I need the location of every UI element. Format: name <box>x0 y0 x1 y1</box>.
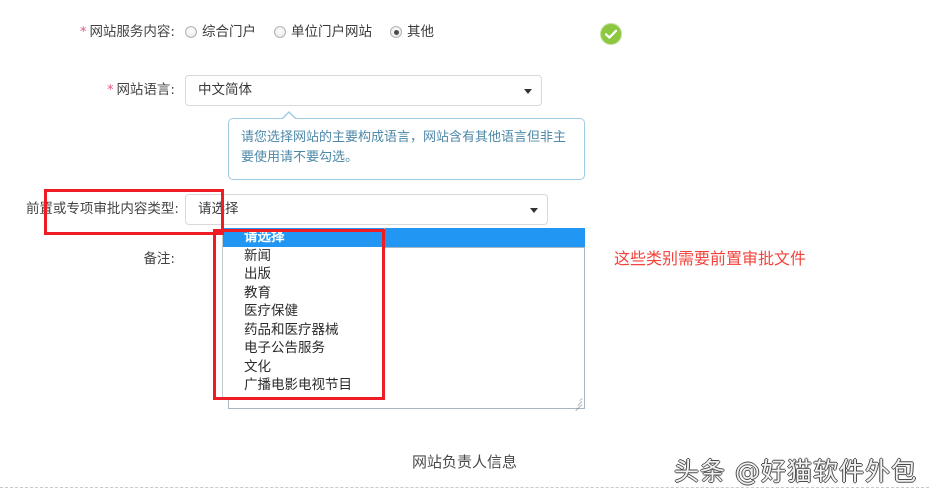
dropdown-option[interactable]: 新闻 <box>223 247 384 266</box>
radio-option-qita[interactable]: 其他 <box>390 22 434 42</box>
site-language-hint-tooltip: 请您选择网站的主要构成语言，网站含有其他语言但非主要使用请不要勾选。 <box>228 111 585 180</box>
registration-form-page: * 网站服务内容: 综合门户 单位门户网站 其他 * 网站语言: 中文简体 请您… <box>0 0 929 500</box>
site-language-select[interactable]: 中文简体 <box>185 75 542 106</box>
radio-indicator[interactable] <box>185 26 197 38</box>
site-language-select-value: 中文简体 <box>198 82 252 98</box>
approval-type-label-text: 前置或专项审批内容类型: <box>25 201 179 217</box>
dropdown-option[interactable]: 请选择 <box>223 228 384 247</box>
site-language-label: * 网站语言: <box>0 75 185 106</box>
chevron-down-icon[interactable] <box>524 88 532 94</box>
approval-type-select-value: 请选择 <box>198 201 239 217</box>
dropdown-option[interactable]: 电子公告服务 <box>223 339 384 358</box>
field-row-remark: 备注: <box>0 249 185 269</box>
resize-handle-icon[interactable] <box>571 395 583 412</box>
tooltip-arrow-inner-icon <box>282 112 296 120</box>
remark-label-text: 备注: <box>143 251 175 267</box>
dropdown-option[interactable]: 医疗保健 <box>223 302 384 321</box>
watermark: 头条 @好猫软件外包 <box>674 457 917 486</box>
check-circle-icon <box>600 23 622 45</box>
approval-type-select[interactable]: 请选择 <box>185 194 548 225</box>
dropdown-option[interactable]: 出版 <box>223 265 384 284</box>
radio-label: 单位门户网站 <box>291 24 372 40</box>
service-content-label: * 网站服务内容: <box>0 22 185 43</box>
dropdown-option[interactable]: 药品和医疗器械 <box>223 321 384 340</box>
remark-label: 备注: <box>0 249 185 269</box>
dropdown-option[interactable]: 文化 <box>223 358 384 377</box>
field-row-service-content: * 网站服务内容: 综合门户 单位门户网站 其他 <box>0 22 434 43</box>
chevron-down-icon[interactable] <box>530 207 538 213</box>
service-content-label-text: 网站服务内容: <box>89 24 175 40</box>
radio-indicator[interactable] <box>390 26 402 38</box>
dropdown-option[interactable]: 教育 <box>223 284 384 303</box>
radio-label: 综合门户 <box>202 24 256 40</box>
site-language-hint-text: 请您选择网站的主要构成语言，网站含有其他语言但非主要使用请不要勾选。 <box>241 130 567 165</box>
field-row-site-language: * 网站语言: 中文简体 <box>0 75 542 106</box>
radio-label: 其他 <box>407 24 434 40</box>
approval-type-label: 前置或专项审批内容类型: <box>0 194 185 225</box>
required-marker: * <box>106 83 114 98</box>
required-marker: * <box>79 25 87 40</box>
service-content-radio-group: 综合门户 单位门户网站 其他 <box>185 22 434 42</box>
annotation-note-text: 这些类别需要前置审批文件 <box>614 249 807 268</box>
site-language-label-text: 网站语言: <box>116 82 175 98</box>
field-row-approval-type: 前置或专项审批内容类型: 请选择 <box>0 194 548 225</box>
radio-option-danweimenhu[interactable]: 单位门户网站 <box>274 22 372 42</box>
dropdown-option[interactable]: 广播电影电视节目 <box>223 376 384 395</box>
approval-type-option-list[interactable]: 请选择 新闻 出版 教育 医疗保健 药品和医疗器械 电子公告服务 文化 广播电影… <box>222 228 385 399</box>
radio-option-zonghemenhu[interactable]: 综合门户 <box>185 22 256 42</box>
radio-indicator[interactable] <box>274 26 286 38</box>
